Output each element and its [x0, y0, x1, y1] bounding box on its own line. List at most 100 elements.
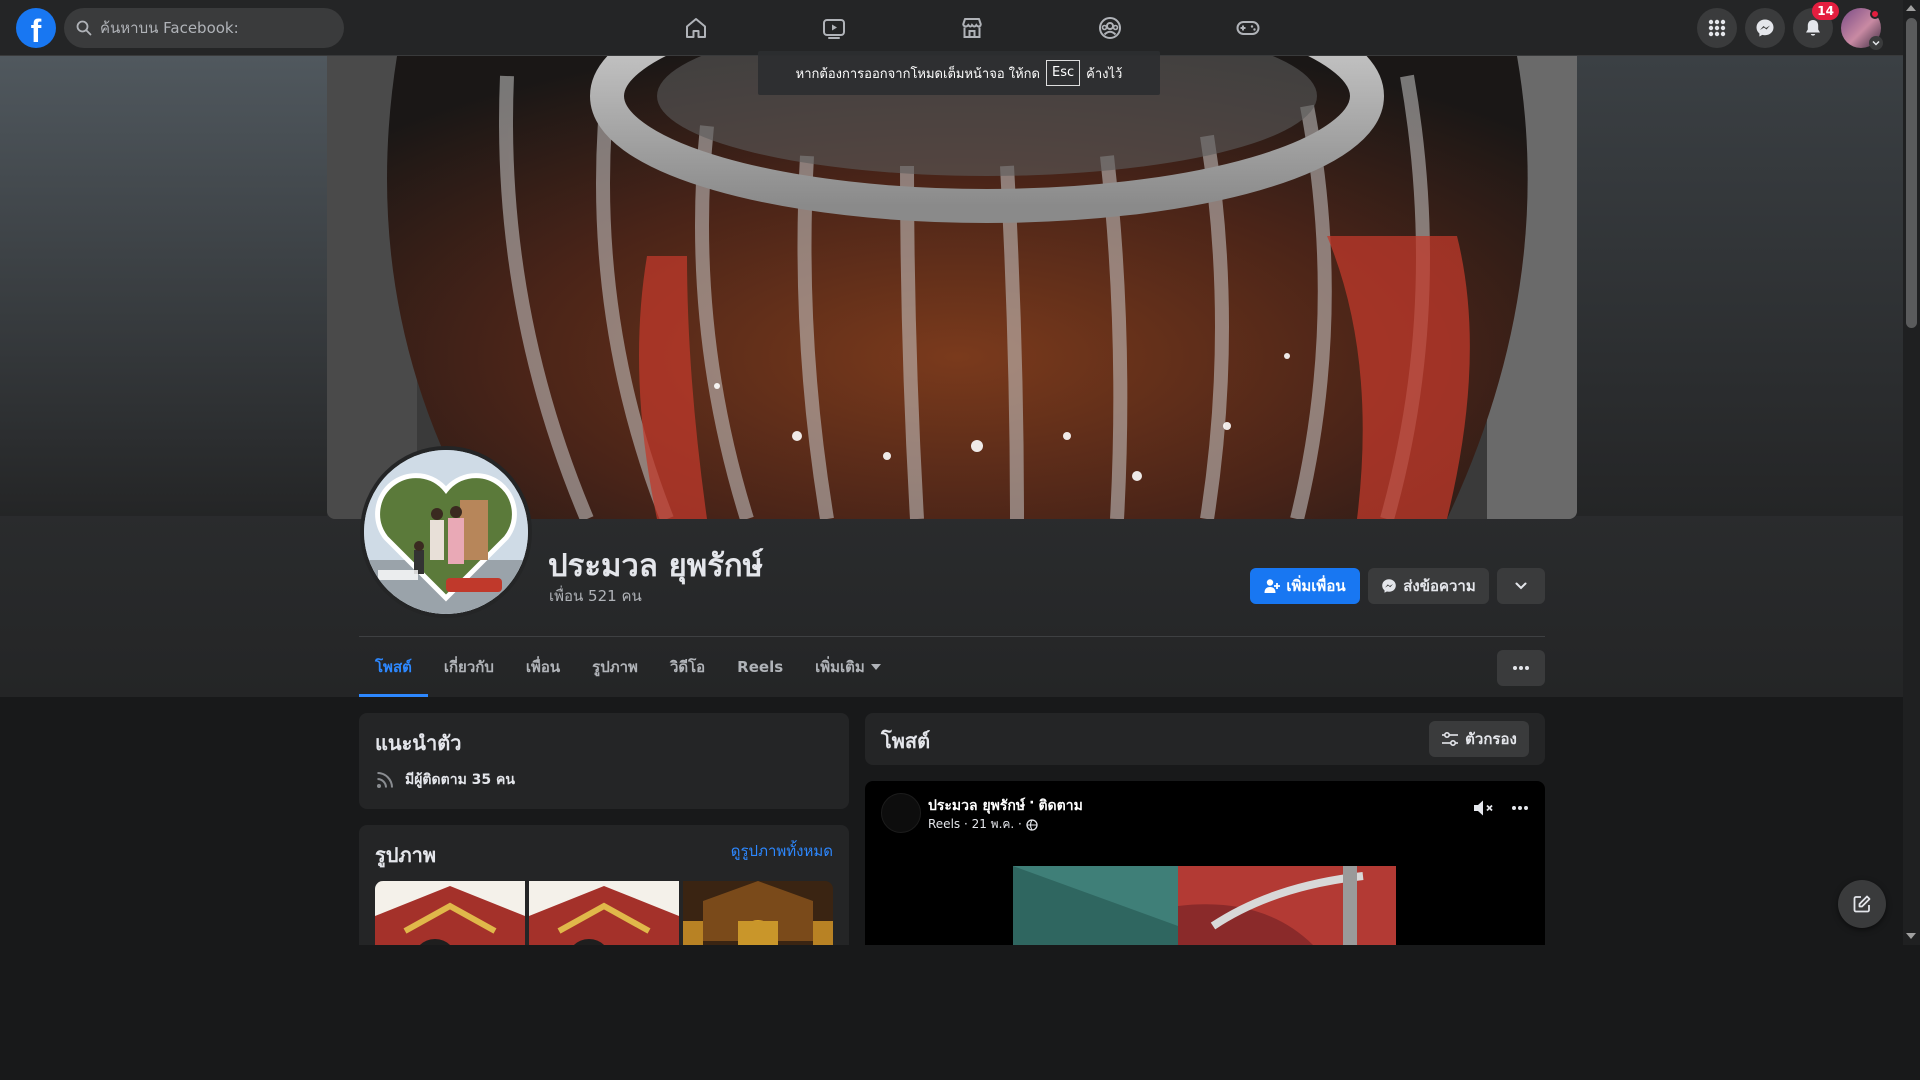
posts-header-card: โพสต์ ตัวกรอง	[865, 713, 1545, 765]
reel-video-thumbnail[interactable]	[1013, 866, 1396, 945]
profile-options-dropdown[interactable]	[1497, 568, 1545, 604]
filter-button[interactable]: ตัวกรอง	[1429, 721, 1529, 757]
profile-actions: เพิ่มเพื่อน ส่งข้อความ	[1250, 568, 1545, 604]
post-meta: Reels · 21 พ.ค. ·	[928, 815, 1038, 834]
photos-card: รูปภาพ ดูรูปภาพทั้งหมด	[359, 825, 849, 945]
photo-thumbnail[interactable]	[375, 881, 525, 945]
scroll-up-arrow-icon[interactable]	[1906, 5, 1916, 11]
search-icon	[76, 20, 92, 36]
groups-icon	[1099, 17, 1121, 39]
tab-reels[interactable]: Reels	[721, 637, 799, 697]
friend-count[interactable]: เพื่อน 521 คน	[549, 584, 642, 608]
marketplace-icon	[962, 18, 982, 38]
photo-thumbnail[interactable]	[683, 881, 833, 945]
cover-photo-image	[327, 56, 1577, 519]
chevron-down-icon	[1515, 582, 1527, 590]
tab-label: Reels	[737, 658, 784, 676]
esc-key-label: Esc	[1046, 60, 1081, 86]
bell-icon	[1806, 20, 1820, 36]
message-label: ส่งข้อความ	[1403, 577, 1476, 595]
fullscreen-exit-hint: หากต้องการออกจากโหมดเต็มหน้าจอ ให้กด Esc…	[758, 51, 1160, 95]
see-all-photos-link[interactable]: ดูรูปภาพทั้งหมด	[731, 839, 833, 863]
chevron-down-icon	[1869, 36, 1883, 50]
hint-text-before: หากต้องการออกจากโหมดเต็มหน้าจอ ให้กด	[795, 66, 1040, 82]
hint-text-after: ค้างไว้	[1086, 66, 1123, 82]
notifications-button[interactable]: 14	[1793, 2, 1839, 48]
post-card: ประมวล ยุพรักษ์ · ติดตาม Reels · 21 พ.ค.…	[865, 781, 1545, 945]
facebook-logo[interactable]: f	[16, 8, 56, 49]
messenger-button[interactable]	[1745, 8, 1785, 48]
page-scrollbar[interactable]	[1903, 0, 1920, 945]
messenger-icon	[1382, 579, 1397, 593]
rss-icon	[377, 772, 393, 788]
photos-title: รูปภาพ	[375, 843, 437, 867]
more-horizontal-icon	[1513, 666, 1529, 670]
nav-groups[interactable]	[1041, 0, 1179, 56]
filter-sliders-icon	[1442, 731, 1459, 747]
photo-thumbnail[interactable]	[529, 881, 679, 945]
menu-button[interactable]	[1697, 8, 1737, 48]
search-input[interactable]	[100, 19, 320, 37]
nav-home[interactable]	[627, 0, 765, 56]
compose-icon	[1853, 895, 1871, 913]
tab-posts[interactable]: โพสต์	[359, 637, 428, 697]
cover-photo[interactable]	[327, 56, 1577, 519]
nav-watch[interactable]	[765, 0, 903, 56]
profile-picture[interactable]	[360, 446, 532, 618]
notification-badge: 14	[1812, 2, 1839, 20]
gaming-icon	[1236, 21, 1260, 35]
followers-row: มีผู้ติดตาม 35 คน	[375, 769, 515, 791]
tab-more[interactable]: เพิ่มเติม	[799, 637, 897, 697]
account-controls: 14	[1697, 2, 1883, 50]
scroll-down-arrow-icon[interactable]	[1906, 933, 1916, 939]
nav-marketplace[interactable]	[903, 0, 1041, 56]
messenger-icon	[1756, 19, 1774, 37]
facebook-logo-letter: f	[30, 13, 42, 49]
add-friend-button[interactable]: เพิ่มเพื่อน	[1250, 568, 1360, 604]
add-friend-label: เพิ่มเพื่อน	[1286, 577, 1346, 595]
post-meta-text[interactable]: Reels · 21 พ.ค. ·	[928, 815, 1022, 834]
new-message-button[interactable]	[1838, 880, 1886, 928]
profile-picture-image	[364, 450, 528, 614]
tab-videos[interactable]: วิดีโอ	[654, 637, 721, 697]
tab-label: เพิ่มเติม	[815, 658, 865, 676]
profile-tabs: โพสต์ เกี่ยวกับ เพื่อน รูปภาพ วิดีโอ Ree…	[359, 637, 897, 697]
caret-down-icon	[870, 664, 881, 670]
intro-title: แนะนำตัว	[375, 731, 462, 755]
tab-photos[interactable]: รูปภาพ	[576, 637, 654, 697]
posts-title: โพสต์	[881, 729, 931, 753]
post-author-avatar[interactable]	[881, 793, 921, 833]
message-button[interactable]: ส่งข้อความ	[1368, 568, 1489, 604]
home-icon	[686, 18, 706, 38]
tab-label: วิดีโอ	[669, 658, 706, 676]
search-box[interactable]	[64, 8, 344, 48]
tab-label: เกี่ยวกับ	[443, 658, 494, 676]
account-avatar[interactable]	[1841, 8, 1883, 50]
add-friend-icon	[1264, 579, 1281, 593]
status-dot	[1870, 9, 1880, 19]
menu-grid-icon	[1708, 19, 1726, 37]
watch-icon	[823, 19, 845, 39]
profile-name: ประมวล ยุพรักษ์	[548, 548, 764, 584]
tab-friends[interactable]: เพื่อน	[510, 637, 576, 697]
mute-icon[interactable]	[1473, 799, 1495, 817]
post-author-line: ประมวล ยุพรักษ์ · ติดตาม	[928, 795, 1083, 817]
filter-label: ตัวกรอง	[1465, 730, 1517, 748]
more-horizontal-icon[interactable]	[1511, 805, 1529, 811]
scrollbar-thumb[interactable]	[1906, 18, 1917, 328]
intro-card: แนะนำตัว มีผู้ติดตาม 35 คน	[359, 713, 849, 809]
top-navigation-bar: f 14	[0, 0, 1903, 56]
post-author-name[interactable]: ประมวล ยุพรักษ์	[928, 795, 1025, 817]
follow-link[interactable]: ติดตาม	[1038, 795, 1082, 817]
nav-gaming[interactable]	[1179, 0, 1317, 56]
post-tools	[1473, 799, 1529, 817]
photo-thumbnails	[375, 881, 833, 945]
tab-label: รูปภาพ	[592, 658, 638, 676]
tab-about[interactable]: เกี่ยวกับ	[428, 637, 510, 697]
tab-label: เพื่อน	[525, 658, 561, 676]
main-nav-tabs	[627, 0, 1317, 56]
more-options-button[interactable]	[1497, 650, 1545, 686]
globe-icon	[1026, 818, 1038, 831]
separator-dot: ·	[1029, 795, 1035, 811]
followers-count[interactable]: มีผู้ติดตาม 35 คน	[405, 769, 515, 791]
